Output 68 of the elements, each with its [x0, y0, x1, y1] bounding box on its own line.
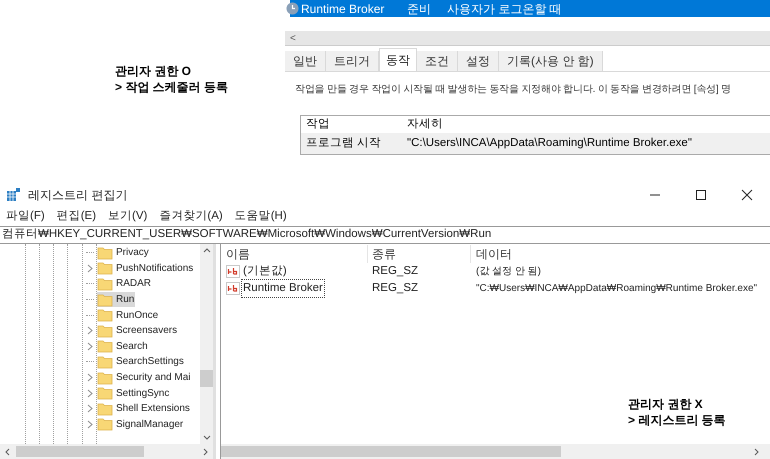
column-header: 작업	[305, 116, 331, 132]
menu-item[interactable]: 즐겨찾기(A)	[159, 208, 223, 226]
menu-item[interactable]: 도움말(H)	[234, 208, 287, 226]
annotation-text: 관리자 권한 X > 레지스트리 등록	[628, 396, 726, 428]
scroll-right-icon[interactable]	[203, 448, 209, 456]
horizontal-scrollbar[interactable]	[221, 444, 770, 459]
tab[interactable]: 동작	[379, 48, 417, 71]
tree-item[interactable]: SignalManager	[97, 416, 184, 432]
scroll-thumb[interactable]	[16, 446, 144, 457]
tab[interactable]: 조건	[417, 51, 458, 71]
tree-item[interactable]: SearchSettings	[97, 354, 185, 370]
tree-item[interactable]: Search	[97, 338, 149, 354]
scroll-right-icon[interactable]	[754, 448, 760, 456]
annotation-text: 관리자 권한 O > 작업 스케줄러 등록	[115, 63, 230, 95]
string-value-icon	[226, 282, 240, 295]
tree-item[interactable]: Run	[97, 292, 136, 308]
column-header[interactable]: 데이터	[471, 244, 512, 262]
tab[interactable]: 일반	[285, 51, 326, 71]
scroll-left-arrow[interactable]: <	[285, 30, 296, 46]
tree-item[interactable]: Screensavers	[97, 323, 178, 338]
expand-chevron-icon[interactable]	[86, 342, 94, 351]
window-title: 레지스트리 편집기	[28, 186, 128, 204]
scroll-down-icon[interactable]	[202, 435, 211, 441]
tree-item[interactable]: SettingSync	[97, 386, 170, 401]
scroll-up-icon[interactable]	[202, 247, 211, 253]
description-text: 작업을 만들 경우 작업이 시작될 때 발생하는 동작을 지정해야 합니다. 이 동작을 변경하려면 [속성] 명	[295, 83, 732, 97]
tab[interactable]: 기록(사용 안 함)	[499, 51, 603, 71]
scroll-thumb[interactable]	[221, 446, 561, 457]
horizontal-scrollbar[interactable]: <	[285, 31, 770, 46]
menu-item[interactable]: 파일(F)	[6, 208, 45, 226]
value-type: REG_SZ	[371, 280, 420, 296]
expand-chevron-icon[interactable]	[86, 326, 94, 336]
task-status: 준비	[407, 0, 432, 18]
table-cell-text: "C:\Users\INCA\AppData\Roaming\Runtime Broker.exe"	[406, 136, 692, 151]
expand-chevron-icon[interactable]	[86, 373, 94, 382]
tab[interactable]: 설정	[458, 51, 499, 71]
table-row[interactable]: 프로그램 시작 "C:\Users\INCA\AppData\Roaming\Runtime Broker.exe"	[301, 133, 770, 154]
tree-item[interactable]: RADAR	[97, 276, 152, 292]
tree-item[interactable]: Security and Mai	[97, 370, 192, 386]
scroll-thumb[interactable]	[200, 370, 213, 387]
task-trigger: 사용자가 로그온할 때	[447, 0, 562, 18]
task-name: Runtime Broker	[301, 0, 386, 18]
expand-chevron-icon[interactable]	[86, 420, 94, 429]
tree-item[interactable]: PushNotifications	[97, 260, 194, 276]
expand-chevron-icon[interactable]	[86, 264, 94, 273]
tree-item[interactable]: Shell Extensions	[97, 401, 191, 416]
tab[interactable]: 트리거	[326, 51, 379, 71]
tree-item[interactable]: RunOnce	[97, 308, 160, 323]
tree-item[interactable]: Privacy	[97, 245, 150, 260]
column-header[interactable]: 이름	[221, 244, 368, 262]
value-data: "C:₩Users₩INCA₩AppData₩Roaming₩Runtime Broker.exe"	[475, 282, 758, 296]
scroll-left-icon[interactable]	[4, 448, 10, 456]
value-data: (값 설정 안 됨)	[475, 265, 541, 279]
expand-chevron-icon[interactable]	[86, 404, 94, 414]
registry-app-icon	[6, 188, 20, 202]
vertical-scrollbar[interactable]	[200, 244, 213, 444]
value-name[interactable]: (기본값)	[241, 262, 289, 280]
string-value-icon	[226, 265, 240, 278]
column-header: 자세히	[406, 116, 443, 132]
value-type: REG_SZ	[371, 264, 420, 279]
table-cell-text: 프로그램 시작	[305, 136, 382, 151]
column-header[interactable]: 종류	[368, 244, 471, 262]
address-bar[interactable]: 컴퓨터₩HKEY_CURRENT_USER₩SOFTWARE₩Microsoft₩Windows₩CurrentVersion₩Run	[0, 226, 770, 244]
expand-chevron-icon[interactable]	[86, 388, 94, 398]
menu-item[interactable]: 보기(V)	[108, 208, 148, 226]
value-name[interactable]: Runtime Broker	[241, 278, 325, 298]
horizontal-scrollbar[interactable]	[0, 444, 213, 459]
menu-item[interactable]: 편집(E)	[56, 208, 96, 226]
